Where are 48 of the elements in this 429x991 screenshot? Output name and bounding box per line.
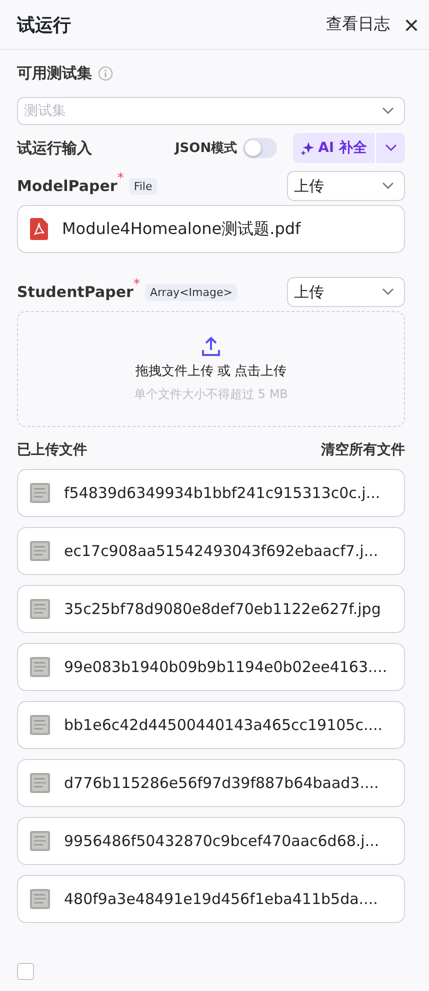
upload-instruction: 拖拽文件上传 或 点击上传: [135, 362, 287, 380]
file-name: 480f9a3e48491e19d456f1eba411b5da....: [64, 890, 378, 908]
checkbox[interactable]: [17, 963, 34, 980]
json-mode-label: JSON模式: [174, 140, 238, 157]
file-name: Module4Homealone测试题.pdf: [62, 218, 301, 240]
run-input-label: 试运行输入: [17, 138, 92, 158]
type-tag: Array<Image>: [144, 284, 238, 300]
required-mark: *: [133, 277, 140, 292]
info-icon: [98, 66, 113, 81]
sparkle-icon: [301, 142, 314, 154]
file-item[interactable]: bb1e6c42d44500440143a465cc19105c....: [17, 701, 405, 749]
field-name: StudentPaper: [17, 283, 134, 301]
file-item[interactable]: Module4Homealone测试题.pdf: [17, 205, 405, 253]
panel-title: 试运行: [17, 14, 72, 36]
file-name: 99e083b1940b09b9b1194e0b02ee4163....: [64, 658, 388, 676]
close-button[interactable]: ×: [404, 12, 419, 38]
chevron-down-icon: [382, 182, 394, 190]
upload-dropzone[interactable]: 拖拽文件上传 或 点击上传 单个文件大小不得超过 5 MB: [17, 311, 405, 427]
file-name: f54839d6349934b1bbf241c915313c0c.j...: [64, 484, 380, 502]
pdf-icon: [30, 218, 48, 240]
file-item[interactable]: d776b115286e56f97d39f887b64baad3....: [17, 759, 405, 807]
clear-all-link[interactable]: 清空所有文件: [321, 441, 405, 459]
uploaded-files-label: 已上传文件: [17, 441, 87, 459]
view-log-link[interactable]: 查看日志: [326, 14, 390, 35]
file-item[interactable]: ec17c908aa51542493043f692ebaacf7.j...: [17, 527, 405, 575]
file-item[interactable]: 35c25bf78d9080e8def70eb1122e627f.jpg: [17, 585, 405, 633]
json-mode-toggle[interactable]: [243, 138, 278, 158]
test-set-label: 可用测试集: [17, 64, 92, 83]
file-name: d776b115286e56f97d39f887b64baad3....: [64, 774, 379, 792]
chevron-down-icon: [382, 107, 394, 115]
upload-icon: [202, 336, 220, 356]
field-name: ModelPaper: [17, 177, 118, 195]
required-mark: *: [117, 171, 124, 186]
mode-select[interactable]: 上传: [287, 171, 405, 201]
file-name: 35c25bf78d9080e8def70eb1122e627f.jpg: [64, 600, 381, 618]
file-name: ec17c908aa51542493043f692ebaacf7.j...: [64, 542, 378, 560]
size-limit-hint: 单个文件大小不得超过 5 MB: [134, 386, 288, 402]
file-name: 9956486f50432870c9bcef470aac6d68.j...: [64, 832, 380, 850]
chevron-down-icon: [384, 144, 396, 152]
file-name: bb1e6c42d44500440143a465cc19105c....: [64, 716, 383, 734]
file-item[interactable]: 480f9a3e48491e19d456f1eba411b5da....: [17, 875, 405, 923]
file-item[interactable]: f54839d6349934b1bbf241c915313c0c.j...: [17, 469, 405, 517]
type-tag: File: [128, 178, 158, 194]
ai-options-button[interactable]: [375, 133, 405, 163]
file-item[interactable]: 99e083b1940b09b9b1194e0b02ee4163....: [17, 643, 405, 691]
file-item[interactable]: 9956486f50432870c9bcef470aac6d68.j...: [17, 817, 405, 865]
chevron-down-icon: [382, 288, 394, 296]
mode-select[interactable]: 上传: [287, 277, 405, 307]
